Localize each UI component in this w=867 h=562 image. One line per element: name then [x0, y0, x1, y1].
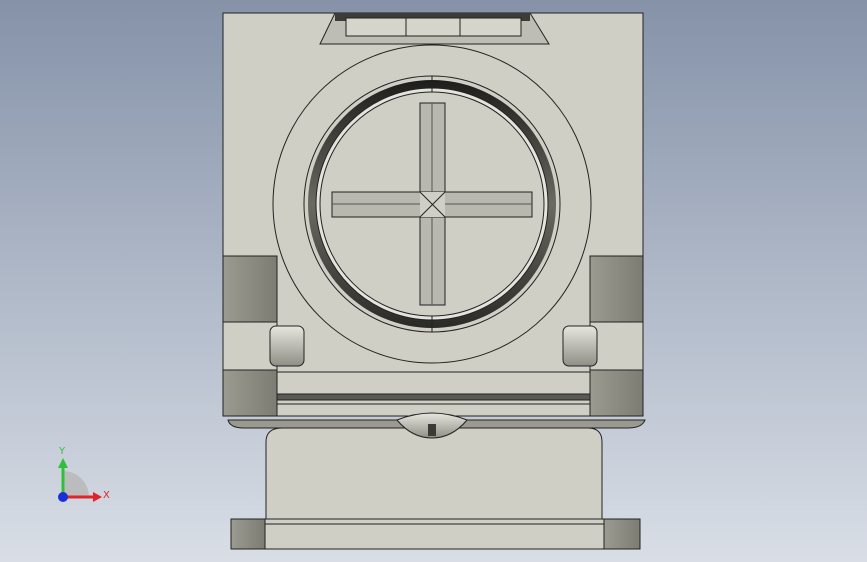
top-slot: [319, 12, 550, 45]
pedestal: [265, 427, 603, 520]
graphics-viewport[interactable]: Y X: [0, 0, 867, 562]
coordinate-triad: Y X: [58, 446, 110, 502]
cad-model-view[interactable]: Y X: [0, 0, 867, 562]
z-axis-dot: [58, 492, 68, 502]
x-axis-label: X: [103, 490, 110, 501]
triad-plane: [63, 471, 89, 497]
y-axis-label: Y: [58, 446, 66, 457]
base-plate: [230, 518, 641, 550]
